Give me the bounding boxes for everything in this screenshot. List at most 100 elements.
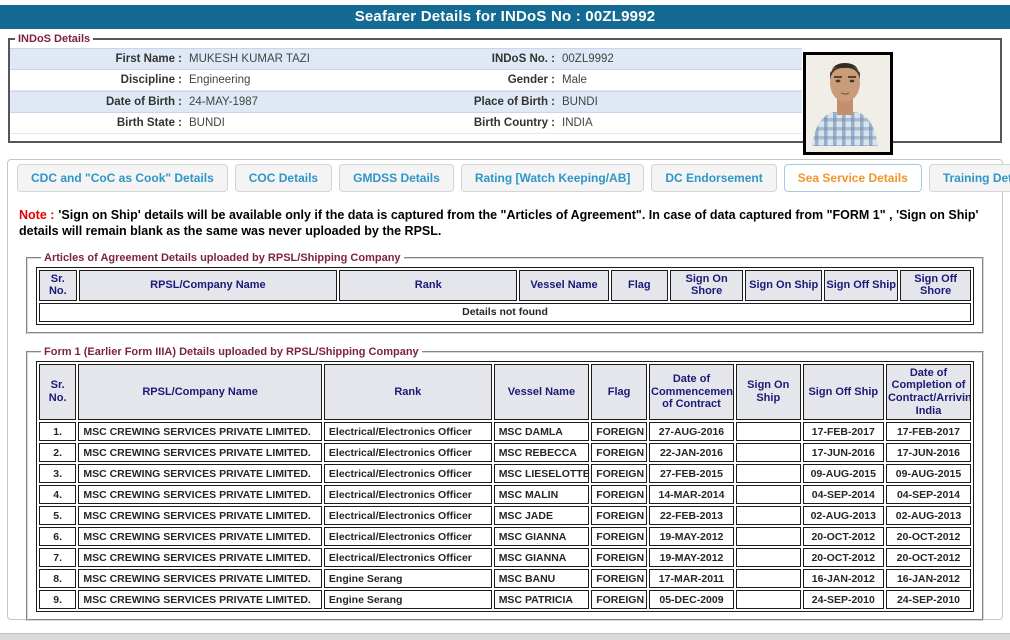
vessel-name: MSC GIANNA — [494, 548, 590, 567]
company-name: MSC CREWING SERVICES PRIVATE LIMITED. — [78, 464, 322, 483]
rank: Electrical/Electronics Officer — [324, 422, 492, 441]
serial-number: 3. — [39, 464, 76, 483]
column-header: Sr. No. — [39, 270, 77, 301]
indos-details-rows: First Name :MUKESH KUMAR TAZIINDoS No. :… — [10, 48, 802, 134]
vessel-name: MSC MALIN — [494, 485, 590, 504]
completion-date: 20-OCT-2012 — [886, 527, 971, 546]
articles-table-header: Sr. No.RPSL/Company NameRankVessel NameF… — [39, 270, 971, 301]
column-header: Sr. No. — [39, 364, 76, 421]
table-header-row: Sr. No.RPSL/Company NameRankVessel NameF… — [39, 270, 971, 301]
completion-date: 20-OCT-2012 — [886, 548, 971, 567]
flag: FOREIGN — [591, 506, 647, 525]
completion-date: 17-JUN-2016 — [886, 443, 971, 462]
page-title: Seafarer Details for INDoS No : 00ZL9992 — [0, 5, 1010, 29]
column-header: Sign Off Ship — [803, 364, 884, 421]
column-header: Vessel Name — [494, 364, 590, 421]
note-text: Note :'Sign on Ship' details will be ava… — [19, 207, 991, 240]
field-label: Date of Birth : — [10, 96, 182, 108]
tab-gmdss-details[interactable]: GMDSS Details — [339, 164, 454, 192]
detail-row: Date of Birth :24-MAY-1987Place of Birth… — [10, 91, 802, 113]
completion-date: 17-FEB-2017 — [886, 422, 971, 441]
column-header: Date of Commencement of Contract — [649, 364, 734, 421]
sign-off-ship: 20-OCT-2012 — [803, 548, 884, 567]
column-header: Rank — [324, 364, 492, 421]
column-header: Rank — [339, 270, 517, 301]
sign-on-ship — [736, 590, 801, 609]
completion-date: 09-AUG-2015 — [886, 464, 971, 483]
vessel-name: MSC DAMLA — [494, 422, 590, 441]
tab-dc-endorsement[interactable]: DC Endorsement — [651, 164, 776, 192]
rank: Electrical/Electronics Officer — [324, 464, 492, 483]
field-value: 00ZL9992 — [555, 53, 802, 65]
vessel-name: MSC GIANNA — [494, 527, 590, 546]
completion-date: 02-AUG-2013 — [886, 506, 971, 525]
flag: FOREIGN — [591, 422, 647, 441]
field-value: 24-MAY-1987 — [182, 96, 405, 108]
field-value: Engineering — [182, 74, 405, 86]
column-header: Sign Off Ship — [824, 270, 898, 301]
articles-legend: Articles of Agreement Details uploaded b… — [41, 252, 404, 264]
detail-row: Birth State :BUNDIBirth Country :INDIA — [10, 113, 802, 134]
tab-cdc-and-coc-as-cook-details[interactable]: CDC and "CoC as Cook" Details — [17, 164, 228, 192]
articles-of-agreement-section: Articles of Agreement Details uploaded b… — [26, 252, 984, 334]
serial-number: 7. — [39, 548, 76, 567]
form1-legend: Form 1 (Earlier Form IIIA) Details uploa… — [41, 346, 422, 358]
tab-training-details[interactable]: Training Details — [929, 164, 1010, 192]
tab-rating-watch-keeping-ab[interactable]: Rating [Watch Keeping/AB] — [461, 164, 645, 192]
commencement-date: 27-AUG-2016 — [649, 422, 734, 441]
tab-sea-service-details[interactable]: Sea Service Details — [784, 164, 922, 192]
rank: Electrical/Electronics Officer — [324, 506, 492, 525]
sign-off-ship: 02-AUG-2013 — [803, 506, 884, 525]
indos-details-section: INDoS Details First Name :MUKESH KUMAR T… — [8, 33, 1002, 143]
column-header: Sign On Ship — [745, 270, 822, 301]
sign-off-ship: 17-FEB-2017 — [803, 422, 884, 441]
table-row: 1.MSC CREWING SERVICES PRIVATE LIMITED.E… — [39, 422, 971, 441]
sign-on-ship — [736, 527, 801, 546]
sign-on-ship — [736, 506, 801, 525]
company-name: MSC CREWING SERVICES PRIVATE LIMITED. — [78, 485, 322, 504]
field-value: INDIA — [555, 117, 802, 129]
column-header: RPSL/Company Name — [78, 364, 322, 421]
tab-coc-details[interactable]: COC Details — [235, 164, 332, 192]
vessel-name: MSC JADE — [494, 506, 590, 525]
commencement-date: 19-MAY-2012 — [649, 527, 734, 546]
company-name: MSC CREWING SERVICES PRIVATE LIMITED. — [78, 590, 322, 609]
completion-date: 16-JAN-2012 — [886, 569, 971, 588]
commencement-date: 22-FEB-2013 — [649, 506, 734, 525]
flag: FOREIGN — [591, 443, 647, 462]
field-label: Birth Country : — [405, 117, 555, 129]
empty-message: Details not found — [39, 303, 971, 322]
detail-row: Discipline :EngineeringGender :Male — [10, 70, 802, 91]
field-label: Discipline : — [10, 74, 182, 86]
field-value: BUNDI — [555, 96, 802, 108]
vessel-name: MSC PATRICIA — [494, 590, 590, 609]
field-value: BUNDI — [182, 117, 405, 129]
table-row: 3.MSC CREWING SERVICES PRIVATE LIMITED.E… — [39, 464, 971, 483]
sign-off-ship: 20-OCT-2012 — [803, 527, 884, 546]
column-header: Date of Completion of Contract/Arriving … — [886, 364, 971, 421]
serial-number: 2. — [39, 443, 76, 462]
serial-number: 1. — [39, 422, 76, 441]
company-name: MSC CREWING SERVICES PRIVATE LIMITED. — [78, 422, 322, 441]
flag: FOREIGN — [591, 485, 647, 504]
flag: FOREIGN — [591, 590, 647, 609]
field-label: Place of Birth : — [405, 96, 555, 108]
table-row: 7.MSC CREWING SERVICES PRIVATE LIMITED.E… — [39, 548, 971, 567]
form1-table-header: Sr. No.RPSL/Company NameRankVessel NameF… — [39, 364, 971, 421]
company-name: MSC CREWING SERVICES PRIVATE LIMITED. — [78, 548, 322, 567]
serial-number: 4. — [39, 485, 76, 504]
tab-bar: CDC and "CoC as Cook" DetailsCOC Details… — [17, 164, 1002, 192]
table-row: 6.MSC CREWING SERVICES PRIVATE LIMITED.E… — [39, 527, 971, 546]
company-name: MSC CREWING SERVICES PRIVATE LIMITED. — [78, 527, 322, 546]
articles-table-body: Details not found — [39, 303, 971, 322]
vessel-name: MSC LIESELOTTE — [494, 464, 590, 483]
rank: Engine Serang — [324, 569, 492, 588]
serial-number: 9. — [39, 590, 76, 609]
field-label: First Name : — [10, 53, 182, 65]
table-row: 2.MSC CREWING SERVICES PRIVATE LIMITED.E… — [39, 443, 971, 462]
sign-off-ship: 09-AUG-2015 — [803, 464, 884, 483]
rank: Electrical/Electronics Officer — [324, 527, 492, 546]
field-label: Gender : — [405, 74, 555, 86]
seafarer-photo — [803, 52, 893, 155]
rank: Electrical/Electronics Officer — [324, 485, 492, 504]
